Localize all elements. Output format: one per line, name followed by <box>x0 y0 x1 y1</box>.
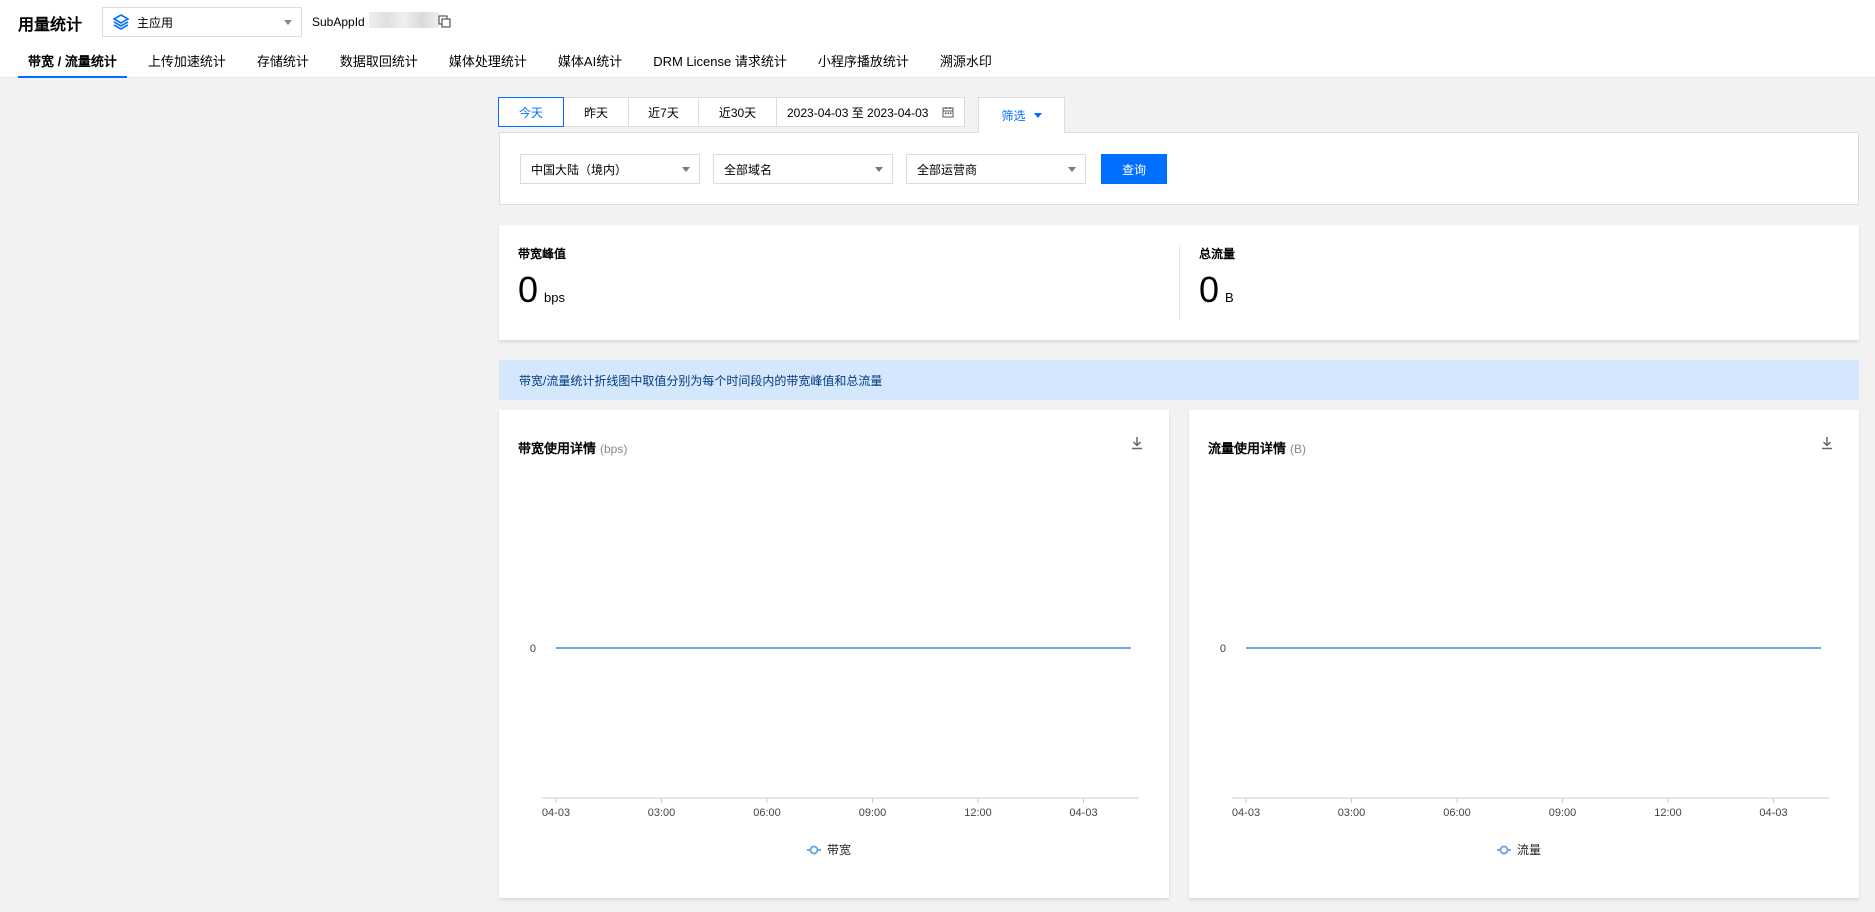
tab-7[interactable]: 小程序播放统计 <box>808 48 919 78</box>
info-banner: 带宽/流量统计折线图中取值分别为每个时间段内的带宽峰值和总流量 <box>499 360 1859 400</box>
legend-label[interactable]: 带宽 <box>827 842 851 857</box>
filter-label: 筛选 <box>1001 109 1026 123</box>
chevron-down-icon <box>284 20 292 25</box>
x-tick-label: 12:00 <box>964 807 992 819</box>
region-select-value: 中国大陆（境内） <box>531 162 628 177</box>
x-tick-label: 09:00 <box>859 807 887 819</box>
domain-select[interactable]: 全部域名 <box>713 154 893 184</box>
filter-panel: 中国大陆（境内） 全部域名 全部运营商 查询 <box>499 132 1859 205</box>
legend-marker[interactable] <box>809 845 819 855</box>
legend-label[interactable]: 流量 <box>1517 843 1541 857</box>
region-select[interactable]: 中国大陆（境内） <box>520 154 700 184</box>
query-button[interactable]: 查询 <box>1101 154 1167 184</box>
chevron-down-icon <box>1068 167 1076 172</box>
summary-divider <box>1179 245 1180 320</box>
x-tick-label: 04-03 <box>1232 807 1260 819</box>
bandwidth-peak-value: 0 <box>518 269 539 310</box>
total-traffic-stat: 总流量 0 B <box>1199 245 1235 310</box>
tab-6[interactable]: DRM License 请求统计 <box>643 48 797 78</box>
date-range-value: 2023-04-03 至 2023-04-03 <box>787 105 929 120</box>
date-yesterday-button[interactable]: 昨天 <box>563 97 629 127</box>
total-traffic-value: 0 <box>1199 269 1220 310</box>
bandwidth-line-chart: 0 04-03 03:00 06:00 09:00 12:00 04-03 带宽 <box>530 643 1139 857</box>
date-30days-button[interactable]: 近30天 <box>698 97 777 127</box>
total-traffic-label: 总流量 <box>1199 247 1236 261</box>
total-traffic-unit: B <box>1225 290 1234 305</box>
app-select-value: 主应用 <box>137 15 174 30</box>
layers-icon <box>113 14 129 30</box>
bandwidth-chart-card: 带宽使用详情 (bps) 0 04-03 03:00 06:00 09:00 12:00 04… <box>499 410 1169 898</box>
date-7days-button[interactable]: 近7天 <box>628 97 699 127</box>
caret-down-icon <box>1033 113 1042 118</box>
bandwidth-peak-unit: bps <box>544 290 565 305</box>
y-tick-label: 0 <box>530 643 536 655</box>
page-title: 用量统计 <box>18 17 83 34</box>
isp-select-value: 全部运营商 <box>917 162 978 177</box>
traffic-line-chart: 0 04-03 03:00 06:00 09:00 12:00 04-03 流量 <box>1220 643 1829 857</box>
chevron-down-icon <box>875 167 883 172</box>
tab-0[interactable]: 带宽 / 流量统计 <box>18 48 127 78</box>
bandwidth-peak-label: 带宽峰值 <box>518 247 567 261</box>
traffic-chart-card: 流量使用详情 (B) 0 04-03 03:00 06:00 09:00 12:00 04-0… <box>1189 410 1859 898</box>
summary-card: 带宽峰值 0 bps 总流量 0 B <box>499 225 1859 340</box>
date-range-picker[interactable]: 2023-04-03 至 2023-04-03 <box>776 97 965 127</box>
x-tick-label: 09:00 <box>1549 807 1577 819</box>
calendar-icon <box>942 107 954 118</box>
date-toolbar: 今天 昨天 近7天 近30天 2023-04-03 至 2023-04-03 <box>498 97 965 127</box>
x-tick-label: 03:00 <box>648 807 676 819</box>
x-tick-label: 12:00 <box>1654 807 1682 819</box>
chevron-down-icon <box>682 167 690 172</box>
tab-bar: 带宽 / 流量统计 上传加速统计 存储统计 数据取回统计 媒体处理统计 媒体AI统计 DRM… <box>18 48 1013 78</box>
x-tick-label: 03:00 <box>1338 807 1366 819</box>
domain-select-value: 全部域名 <box>724 162 773 177</box>
x-tick-label: 06:00 <box>753 807 781 819</box>
legend-marker[interactable] <box>1499 845 1509 855</box>
tab-8[interactable]: 溯源水印 <box>930 48 1002 78</box>
tab-1[interactable]: 上传加速统计 <box>138 48 236 78</box>
tab-5[interactable]: 媒体AI统计 <box>548 48 632 78</box>
x-tick-label: 06:00 <box>1443 807 1471 819</box>
filter-toggle[interactable]: 筛选 <box>978 97 1065 133</box>
header: 用量统计 主应用 SubAppId 带宽 / 流量统计 上传加速统计 存储统计 数据取… <box>0 0 1875 78</box>
x-tick-label: 04-03 <box>1069 807 1097 819</box>
copy-icon[interactable] <box>438 15 451 28</box>
subappid-label: SubAppId <box>312 15 365 29</box>
x-tick-label: 04-03 <box>542 807 570 819</box>
y-tick-label: 0 <box>1220 643 1226 655</box>
date-today-button[interactable]: 今天 <box>498 97 564 127</box>
app-select[interactable]: 主应用 <box>102 7 302 37</box>
tab-3[interactable]: 数据取回统计 <box>330 48 428 78</box>
subappid-value-masked <box>369 12 439 28</box>
tab-2[interactable]: 存储统计 <box>247 48 319 78</box>
bandwidth-peak-stat: 带宽峰值 0 bps <box>518 245 566 310</box>
isp-select[interactable]: 全部运营商 <box>906 154 1086 184</box>
tab-4[interactable]: 媒体处理统计 <box>439 48 537 78</box>
info-text: 带宽/流量统计折线图中取值分别为每个时间段内的带宽峰值和总流量 <box>519 373 883 388</box>
x-tick-label: 04-03 <box>1759 807 1787 819</box>
